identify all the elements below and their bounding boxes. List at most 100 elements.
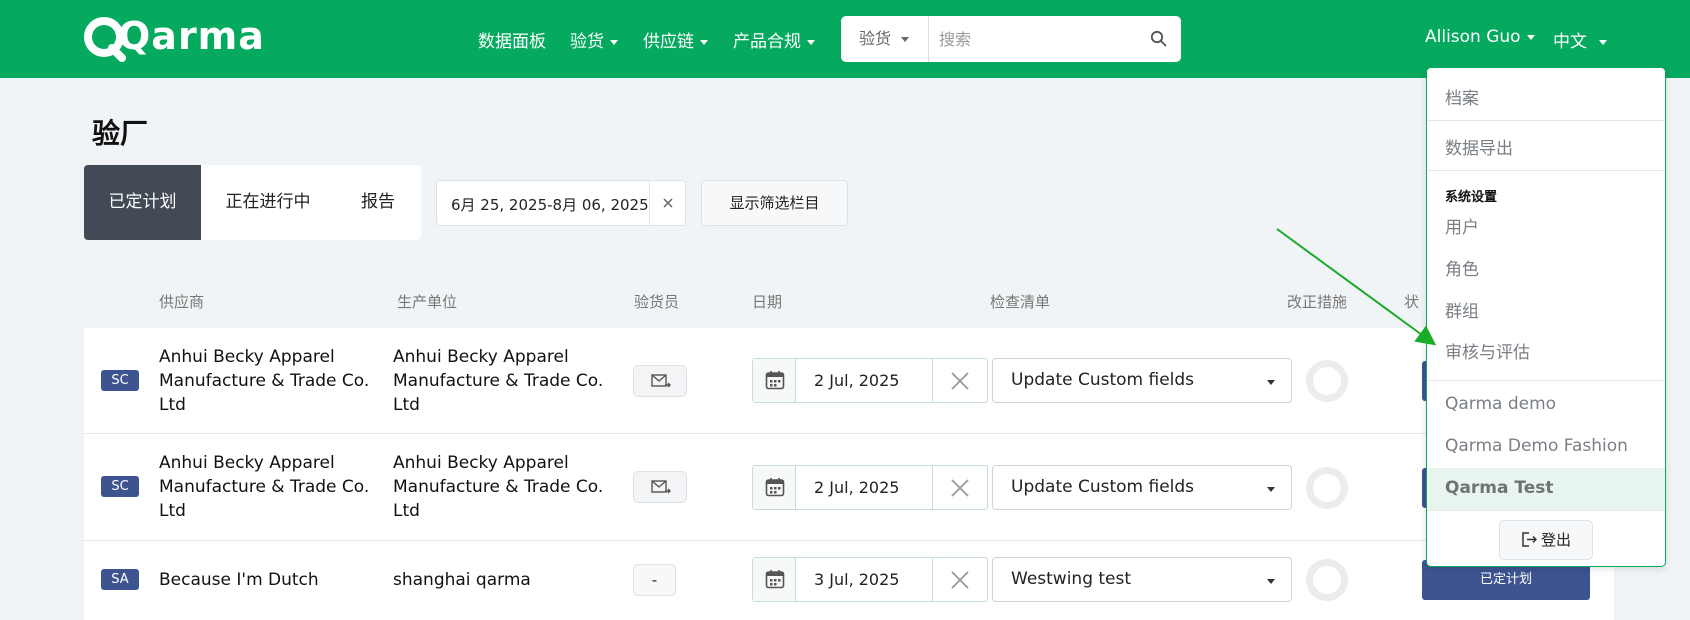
chevron-down-icon [1267, 380, 1275, 385]
nav-supply-chain-label: 供应链 [643, 32, 694, 52]
menu-item-company[interactable]: Qarma demo [1427, 394, 1665, 414]
close-icon [951, 479, 969, 497]
inspection-type-badge: SA [101, 569, 139, 590]
chevron-down-icon [1267, 579, 1275, 584]
date-range-picker[interactable]: 6月 25, 2025-8月 06, 2025 [436, 180, 686, 226]
chevron-down-icon [1526, 34, 1535, 40]
language-menu[interactable]: 中文 [1553, 27, 1607, 52]
language-label: 中文 [1553, 32, 1587, 52]
calendar-button[interactable] [753, 359, 796, 402]
checklist-value: Westwing test [1011, 569, 1132, 589]
menu-divider [1427, 510, 1665, 511]
column-header-checklist[interactable]: 检查清单 [990, 291, 1050, 312]
nav-inspections[interactable]: 验货 [570, 27, 618, 52]
menu-divider [1427, 380, 1665, 381]
checklist-value: Update Custom fields [1011, 370, 1195, 390]
date-picker[interactable]: 2 Jul, 2025 [752, 358, 988, 403]
chevron-down-icon [1599, 39, 1607, 45]
user-menu[interactable]: Allison Guo [1425, 27, 1535, 47]
clear-date-range-button[interactable] [649, 181, 685, 225]
table-row[interactable]: SC Anhui Becky Apparel Manufacture & Tra… [84, 434, 1614, 541]
tab-in-progress[interactable]: 正在进行中 [201, 165, 335, 240]
supplier-name[interactable]: Anhui Becky Apparel Manufacture & Trade … [159, 451, 384, 523]
menu-item-company-active[interactable]: Qarma Test [1427, 478, 1665, 498]
tab-scheduled[interactable]: 已定计划 [84, 165, 201, 240]
menu-item-groups[interactable]: 群组 [1427, 297, 1665, 322]
tab-reports[interactable]: 报告 [335, 165, 421, 240]
calendar-button[interactable] [753, 466, 796, 509]
calendar-icon [765, 478, 785, 497]
column-header-production-unit[interactable]: 生产单位 [397, 291, 457, 312]
mail-send-icon [651, 374, 671, 388]
corrective-action-progress-circle[interactable] [1306, 360, 1348, 402]
clear-date-button[interactable] [932, 466, 987, 509]
supplier-name[interactable]: Because I'm Dutch [159, 568, 389, 592]
nav-supply-chain[interactable]: 供应链 [643, 27, 708, 52]
search-input[interactable] [939, 26, 1139, 52]
invite-inspector-button[interactable] [633, 365, 687, 397]
production-unit-name[interactable]: Anhui Becky Apparel Manufacture & Trade … [393, 451, 618, 523]
logout-icon [1522, 532, 1538, 547]
date-value: 3 Jul, 2025 [814, 570, 900, 589]
menu-item-roles[interactable]: 角色 [1427, 255, 1665, 280]
column-header-supplier[interactable]: 供应商 [159, 291, 204, 312]
menu-item-company[interactable]: Qarma Demo Fashion [1427, 436, 1665, 456]
checklist-select[interactable]: Westwing test [992, 557, 1292, 602]
menu-section-heading: 系统设置 [1445, 190, 1498, 205]
menu-item-users[interactable]: 用户 [1427, 213, 1665, 238]
calendar-icon [765, 371, 785, 390]
menu-item-data-export[interactable]: 数据导出 [1427, 134, 1665, 159]
menu-divider [1427, 170, 1665, 171]
chevron-down-icon [610, 39, 618, 45]
search-type-select[interactable]: 验货 [841, 16, 929, 62]
chevron-down-icon [700, 39, 708, 45]
checklist-select[interactable]: Update Custom fields [992, 465, 1292, 510]
logout-label: 登出 [1540, 531, 1571, 549]
nav-dashboard[interactable]: 数据面板 [478, 27, 546, 52]
inspection-table: SC Anhui Becky Apparel Manufacture & Tra… [84, 328, 1614, 620]
page-title: 验厂 [92, 117, 149, 150]
clear-date-button[interactable] [932, 359, 987, 402]
table-row[interactable]: SC Anhui Becky Apparel Manufacture & Tra… [84, 328, 1614, 434]
inspection-type-badge: SC [101, 476, 139, 497]
menu-item-audit-evaluation[interactable]: 审核与评估 [1427, 338, 1665, 363]
logout-button[interactable]: 登出 [1499, 520, 1593, 560]
nav-compliance[interactable]: 产品合规 [733, 27, 815, 52]
close-icon [951, 372, 969, 390]
close-icon [662, 198, 673, 208]
inspector-value[interactable]: - [633, 564, 676, 596]
date-value: 2 Jul, 2025 [814, 371, 900, 390]
date-picker[interactable]: 2 Jul, 2025 [752, 465, 988, 510]
column-header-status[interactable]: 状 [1404, 291, 1419, 312]
menu-item-profile[interactable]: 档案 [1427, 84, 1665, 109]
production-unit-name[interactable]: shanghai qarma [393, 568, 618, 592]
column-header-inspector[interactable]: 验货员 [634, 291, 679, 312]
nav-inspections-label: 验货 [570, 32, 604, 52]
user-name: Allison Guo [1425, 27, 1521, 47]
nav-dashboard-label: 数据面板 [478, 32, 546, 52]
column-header-corrective-actions[interactable]: 改正措施 [1287, 291, 1347, 312]
calendar-button[interactable] [753, 558, 796, 601]
menu-divider [1427, 120, 1665, 121]
supplier-name[interactable]: Anhui Becky Apparel Manufacture & Trade … [159, 345, 384, 417]
search-icon[interactable] [1150, 30, 1167, 47]
close-icon [951, 571, 969, 589]
user-dropdown-menu: 档案 数据导出 系统设置 用户 角色 群组 审核与评估 Qarma demo Q… [1426, 67, 1666, 567]
corrective-action-progress-circle[interactable] [1306, 559, 1348, 601]
chevron-down-icon [1267, 487, 1275, 492]
invite-inspector-button[interactable] [633, 471, 687, 503]
calendar-icon [765, 570, 785, 589]
corrective-action-progress-circle[interactable] [1306, 467, 1348, 509]
checklist-select[interactable]: Update Custom fields [992, 358, 1292, 403]
column-header-date[interactable]: 日期 [752, 291, 782, 312]
show-filters-button[interactable]: 显示筛选栏目 [701, 180, 848, 226]
table-row[interactable]: SA Because I'm Dutch shanghai qarma - 3 … [84, 541, 1614, 620]
chevron-down-icon [807, 39, 815, 45]
mail-send-icon [651, 480, 671, 494]
clear-date-button[interactable] [932, 558, 987, 601]
chevron-down-icon [901, 37, 910, 42]
production-unit-name[interactable]: Anhui Becky Apparel Manufacture & Trade … [393, 345, 618, 417]
logo-wordmark[interactable]: Qarma [118, 14, 265, 58]
date-picker[interactable]: 3 Jul, 2025 [752, 557, 988, 602]
date-value: 2 Jul, 2025 [814, 478, 900, 497]
